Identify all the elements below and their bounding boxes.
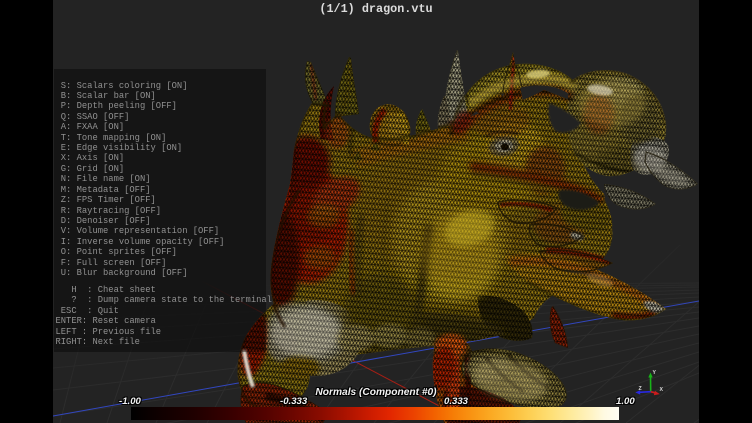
svg-text:Y: Y bbox=[653, 370, 657, 376]
